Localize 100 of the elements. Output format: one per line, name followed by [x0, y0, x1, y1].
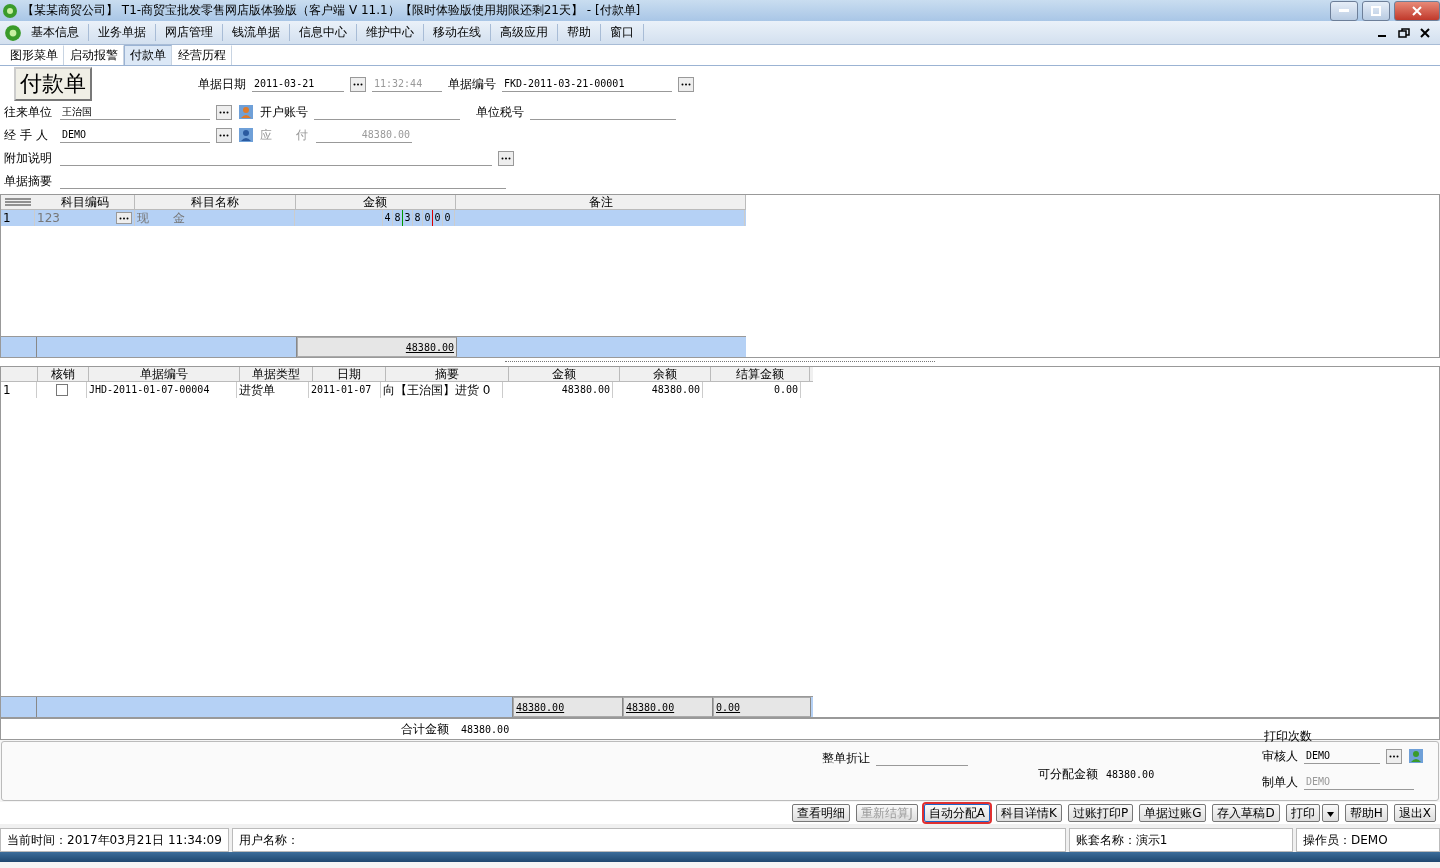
reviewer-field[interactable]: DEMO — [1304, 748, 1380, 764]
table-cell: JHD-2011-01-07-00004 — [87, 382, 237, 398]
menu-item[interactable]: 帮助 — [558, 24, 601, 41]
menu-item[interactable]: 基本信息 — [22, 24, 89, 41]
print-button[interactable]: 打印 — [1285, 804, 1320, 822]
field-label: 往来单位 — [4, 103, 53, 121]
more-button[interactable] — [216, 104, 232, 120]
partner-field[interactable]: 王治国 — [60, 104, 210, 120]
table-cell: 0.00 — [703, 382, 801, 398]
date-field[interactable]: 2011-03-21 — [252, 76, 344, 92]
action-button[interactable]: 查看明细 — [792, 804, 851, 822]
field-label: 单据日期 — [198, 75, 246, 93]
print-count-label: 打印次数 — [1264, 727, 1312, 745]
tab[interactable]: 图形菜单 — [4, 45, 64, 65]
menu-item[interactable]: 维护中心 — [357, 24, 424, 41]
handler-field[interactable]: DEMO — [60, 127, 210, 143]
allocatable-value: 48380.00 — [1105, 767, 1156, 782]
more-button[interactable] — [216, 127, 232, 143]
restore-button[interactable] — [1362, 0, 1390, 21]
action-button[interactable]: 单据过账G — [1139, 804, 1207, 822]
close-icon[interactable] — [1420, 27, 1432, 38]
field-label: 经 手 人 — [4, 126, 49, 144]
tab[interactable]: 经营历程 — [172, 45, 232, 65]
app-logo-icon — [4, 23, 22, 42]
table-cell: 进货单 — [237, 382, 309, 398]
row-number: 1 — [1, 210, 35, 226]
column-header: 单据类型 — [240, 367, 313, 381]
more-icon — [119, 216, 129, 220]
more-button[interactable] — [116, 212, 132, 224]
person-icon[interactable] — [238, 104, 254, 120]
field-label: 开户账号 — [260, 103, 308, 121]
action-button[interactable]: 过账打印P — [1067, 804, 1134, 822]
action-button[interactable]: 帮助H — [1344, 804, 1388, 822]
more-icon — [681, 82, 691, 86]
minimize-icon — [1339, 9, 1349, 12]
action-button[interactable]: 自动分配A — [923, 804, 991, 822]
maker-field: DEMO — [1304, 774, 1414, 790]
action-button[interactable]: 退出X — [1393, 804, 1436, 822]
table-cell: 48380.00 — [613, 382, 703, 398]
column-header: 单据编号 — [89, 367, 240, 381]
column-header: 备注 — [456, 195, 746, 209]
status-user: 用户名称： — [231, 828, 1066, 852]
column-header: 摘要 — [386, 367, 509, 381]
number-field[interactable]: FKD-2011-03-21-00001 — [502, 76, 672, 92]
total-cell: 48380.00 — [623, 697, 713, 717]
more-button[interactable] — [678, 76, 694, 92]
more-button[interactable] — [350, 76, 366, 92]
payable-field: 48380.00 — [316, 127, 412, 143]
table-cell-text: 123 — [37, 210, 61, 226]
dropdown-button[interactable] — [1321, 804, 1339, 822]
tab[interactable]: 付款单 — [124, 45, 172, 65]
form-title: 付款单 — [14, 67, 92, 101]
field-label: 应 付 — [260, 126, 309, 144]
more-icon — [219, 133, 229, 137]
restore-icon — [1371, 5, 1381, 16]
field-label: 整单折让 — [822, 750, 870, 767]
status-time: 当前时间：2017年03月21日 11:34:09 — [0, 828, 229, 852]
more-button[interactable] — [1386, 748, 1402, 764]
total-cell: 0.00 — [713, 697, 811, 717]
status-operator: 操作员：DEMO — [1296, 828, 1440, 852]
table-cell: 2011-01-07 — [309, 382, 381, 398]
checkbox[interactable] — [55, 384, 68, 396]
column-header: 金额 — [295, 195, 457, 209]
close-button[interactable] — [1394, 0, 1440, 21]
more-icon — [501, 156, 511, 160]
restore-icon[interactable] — [1398, 27, 1412, 38]
status-book: 账套名称：演示1 — [1068, 828, 1293, 852]
menu-item[interactable]: 窗口 — [601, 24, 644, 41]
menu-item[interactable]: 信息中心 — [290, 24, 357, 41]
total-cell: 48380.00 — [513, 697, 623, 717]
menu-item[interactable]: 网店管理 — [156, 24, 223, 41]
total-cell: 48380.00 — [297, 337, 457, 357]
minimize-button[interactable] — [1330, 0, 1358, 21]
field-label: 制单人 — [1262, 773, 1298, 791]
column-header: 金额 — [509, 367, 620, 381]
column-header: 科目名称 — [135, 195, 296, 209]
more-icon — [353, 82, 363, 86]
column-header: 科目编码 — [34, 195, 136, 209]
action-button[interactable]: 科目详情K — [996, 804, 1062, 822]
app-logo-icon — [2, 2, 18, 19]
menu-item[interactable]: 业务单据 — [89, 24, 156, 41]
field-label: 单据摘要 — [4, 172, 53, 190]
menu-item[interactable]: 钱流单据 — [223, 24, 290, 41]
add-person-icon[interactable] — [1408, 748, 1424, 764]
column-header: 核销 — [38, 367, 89, 381]
total-label: 合计金额 — [401, 720, 449, 738]
caret-icon — [1326, 812, 1334, 817]
menu-item[interactable]: 高级应用 — [491, 24, 558, 41]
field-label: 审核人 — [1262, 747, 1298, 765]
close-icon — [1412, 5, 1422, 16]
window-title: 【某某商贸公司】 T1-商贸宝批发零售网店版体验版（客户端 V 11.1）【限时体验版使用期限还剩21天】 - [付款单] — [22, 2, 642, 19]
action-button[interactable]: 存入草稿D — [1212, 804, 1280, 822]
column-header: 日期 — [313, 367, 386, 381]
more-button[interactable] — [498, 150, 514, 166]
person-card-icon[interactable] — [238, 127, 254, 143]
menu-item[interactable]: 移动在线 — [424, 24, 491, 41]
amount-cell: 4 8 3 8 0 0 0 — [295, 210, 455, 226]
total-value: 48380.00 — [460, 722, 511, 737]
field-label: 单据编号 — [448, 75, 496, 93]
field-label: 附加说明 — [4, 149, 53, 167]
